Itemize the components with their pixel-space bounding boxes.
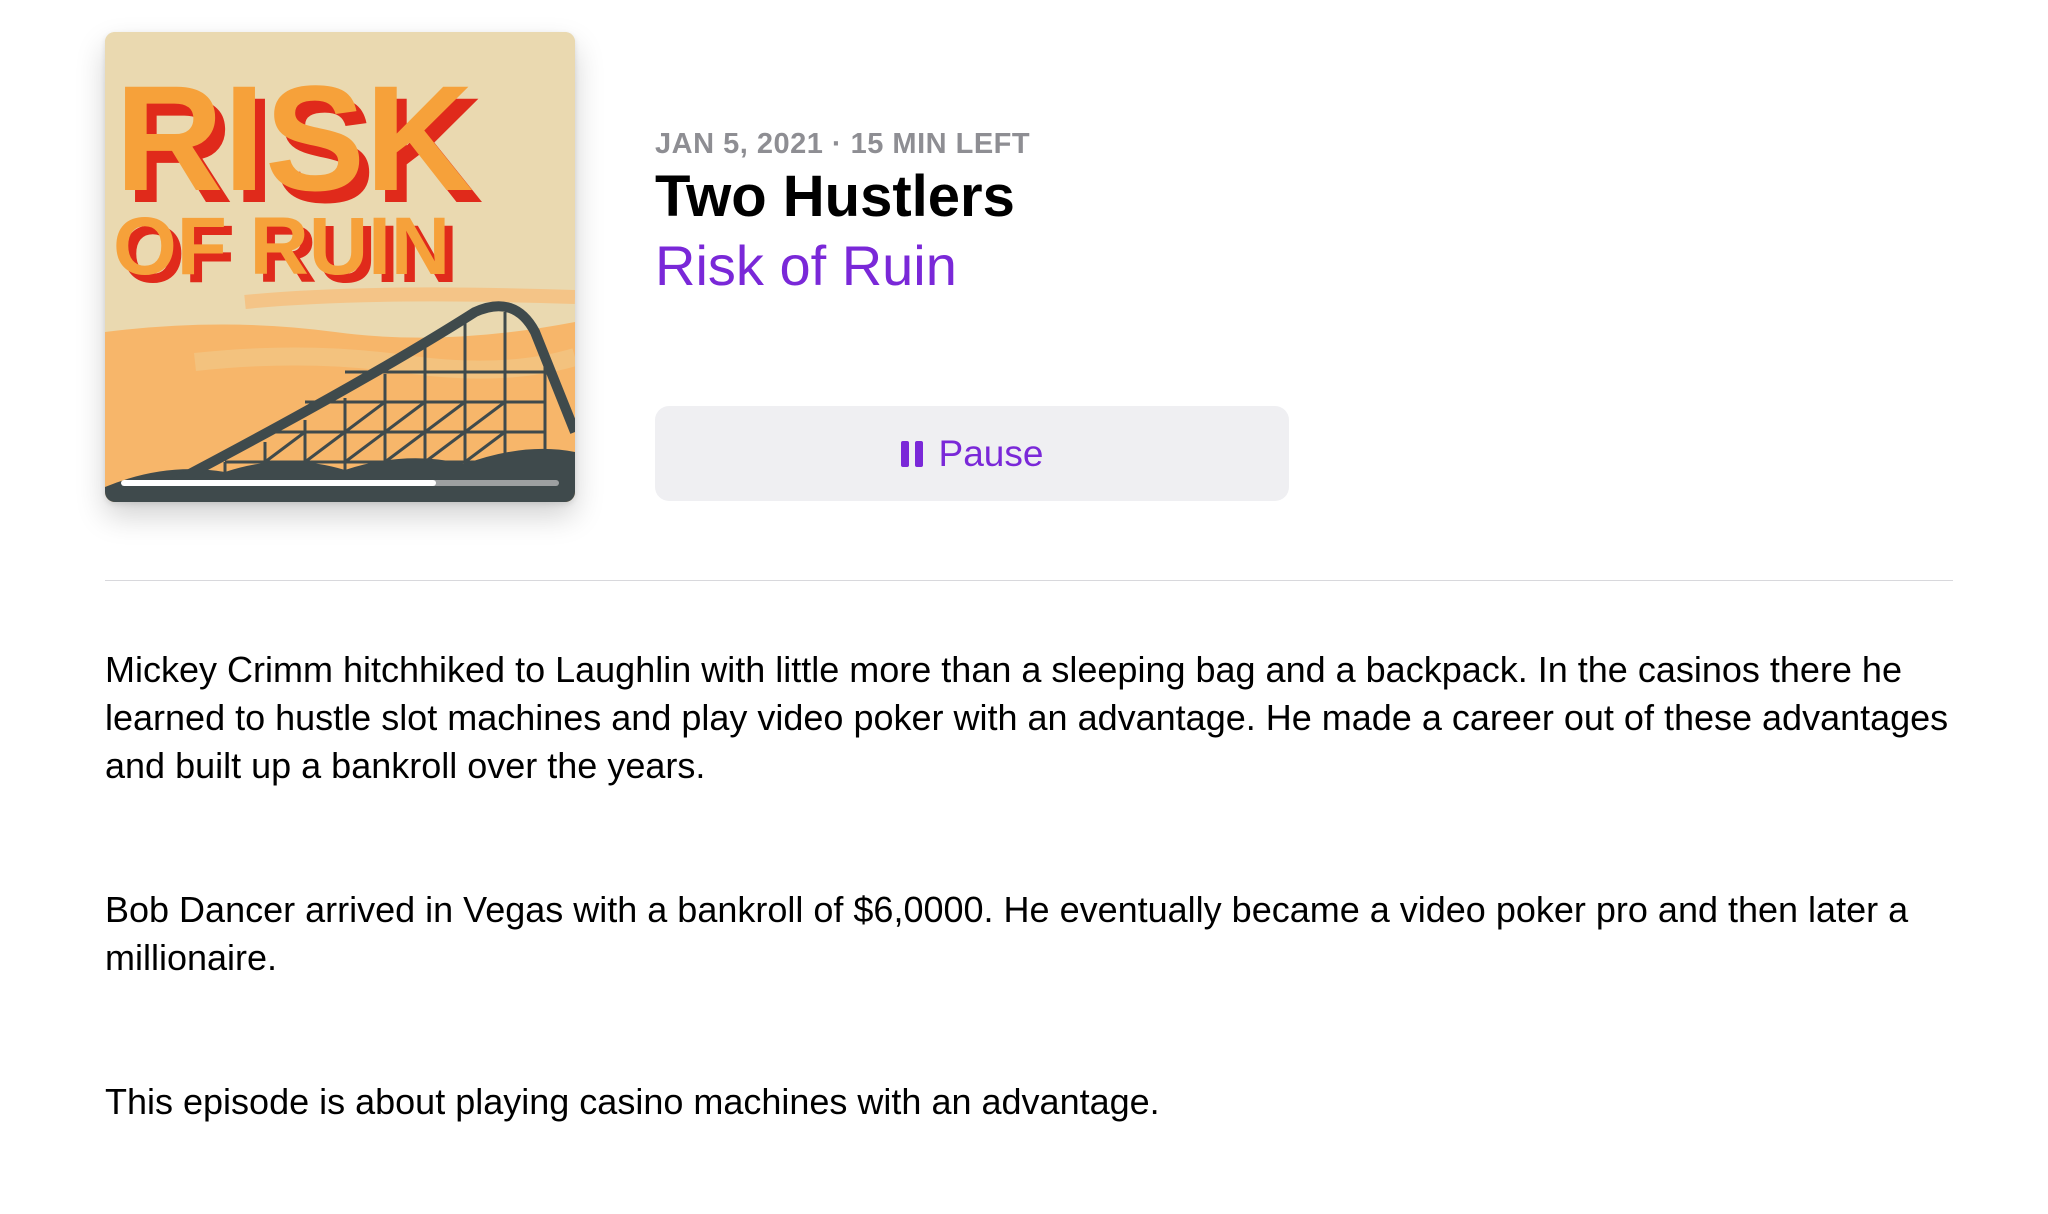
- description-paragraph: Mickey Crimm hitchhiked to Laughlin with…: [105, 649, 1949, 786]
- podcast-artwork[interactable]: RISK RISK OF RUIN OF RUIN: [105, 32, 575, 502]
- description-paragraph: This episode is about playing casino mac…: [105, 1081, 1160, 1122]
- artwork-title-line2: OF RUIN: [113, 201, 450, 292]
- pause-button-label: Pause: [938, 432, 1044, 474]
- section-divider: [105, 580, 1953, 581]
- episode-progress-fill: [121, 480, 437, 486]
- episode-title: Two Hustlers: [655, 164, 1015, 229]
- pause-button[interactable]: Pause: [655, 406, 1289, 501]
- artwork-title-line1: RISK: [115, 54, 473, 222]
- pause-icon: [900, 440, 923, 468]
- artwork-illustration: RISK RISK OF RUIN OF RUIN: [105, 32, 575, 502]
- episode-date-remaining: JAN 5, 2021 · 15 MIN LEFT: [655, 128, 1031, 160]
- episode-description: Mickey Crimm hitchhiked to Laughlin with…: [105, 646, 1965, 1126]
- episode-meta: JAN 5, 2021 · 15 MIN LEFT Two Hustlers R…: [655, 128, 1030, 300]
- description-paragraph: Bob Dancer arrived in Vegas with a bankr…: [105, 889, 1909, 978]
- show-name-link[interactable]: Risk of Ruin: [655, 232, 1030, 300]
- episode-progress-bar: [121, 480, 559, 486]
